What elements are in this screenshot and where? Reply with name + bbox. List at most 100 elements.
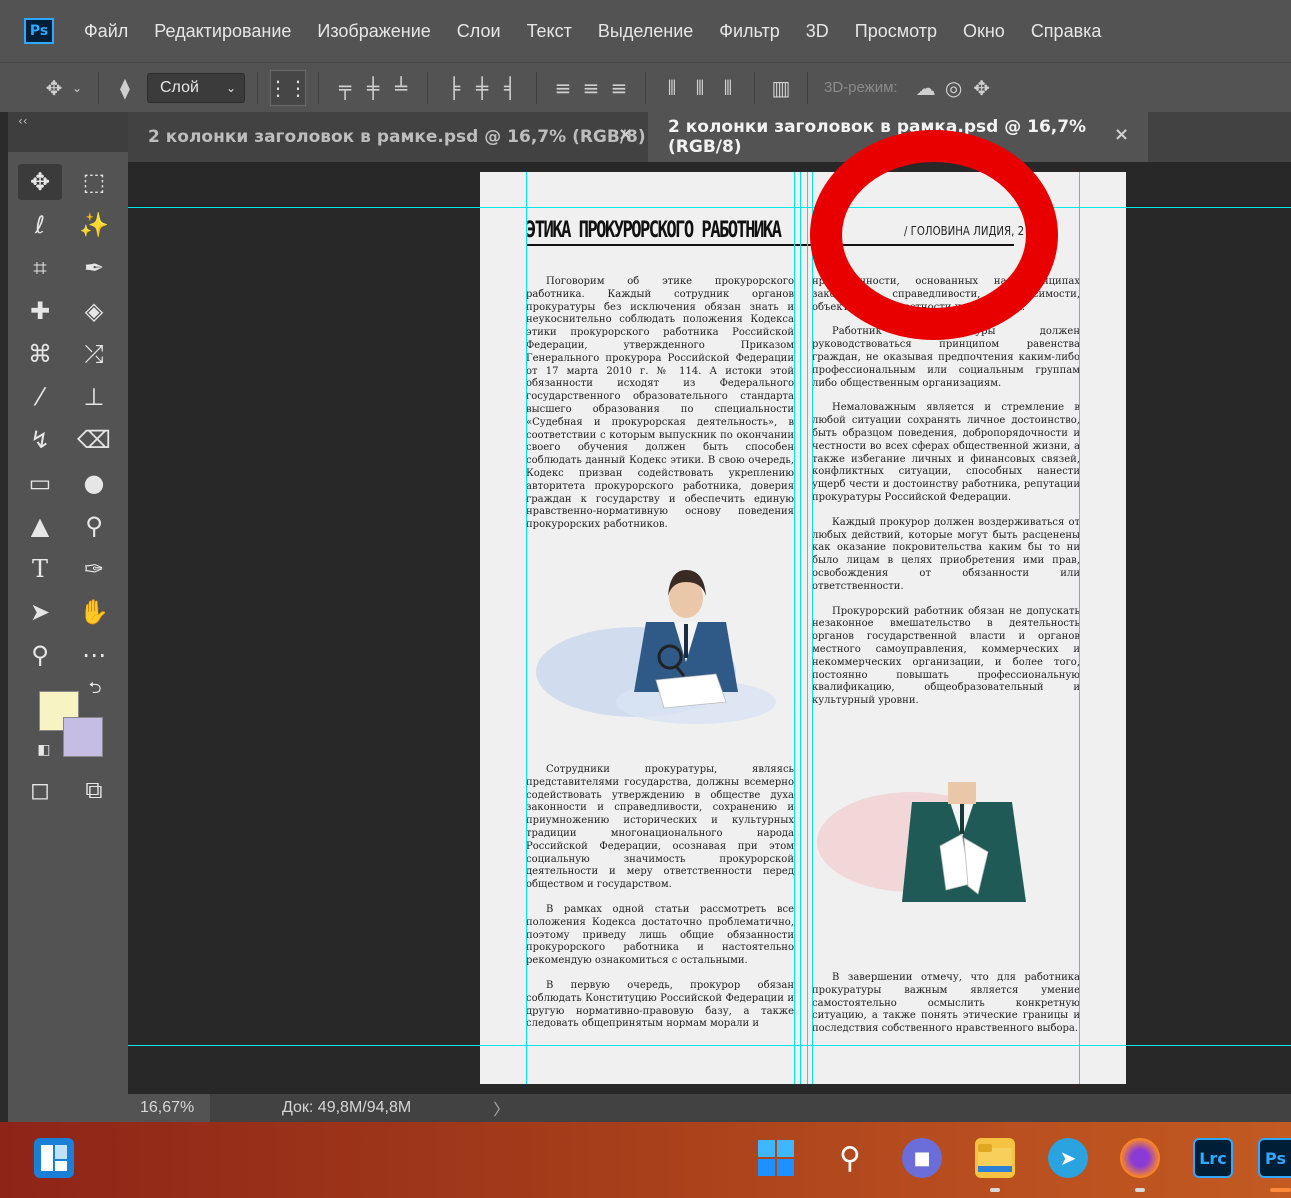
- search-icon[interactable]: ⚲: [830, 1138, 870, 1178]
- paragraph: В первую очередь, прокурор обязан соблюд…: [526, 979, 794, 1030]
- menu-view[interactable]: Просмотр: [855, 21, 937, 42]
- guide-vertical[interactable]: [1079, 172, 1080, 1084]
- tools-panel: ✥ ⬚ ℓ ✨ ⌗ ✒ ✚ ◈ ⌘ ⤮ ⁄ ⊥ ↯ ⌫ ▭ ● ▲ ⚲ T ✑ …: [8, 152, 128, 1122]
- menu-help[interactable]: Справка: [1031, 21, 1102, 42]
- gradient-icon[interactable]: ▭: [18, 465, 62, 501]
- background-color[interactable]: [63, 717, 103, 757]
- menu-edit[interactable]: Редактирование: [154, 21, 291, 42]
- lasso-icon[interactable]: ℓ: [18, 207, 62, 243]
- menu-layers[interactable]: Слои: [457, 21, 501, 42]
- pan-3d-icon[interactable]: ✥: [968, 76, 996, 100]
- status-menu-icon[interactable]: 〉: [493, 1096, 509, 1120]
- close-icon[interactable]: ×: [1114, 124, 1129, 145]
- photoshop-taskbar-icon[interactable]: Ps: [1258, 1138, 1291, 1178]
- guide-horizontal[interactable]: [128, 207, 1291, 208]
- telegram-icon[interactable]: ➤: [1048, 1138, 1088, 1178]
- document-page[interactable]: ЭТИКА ПРОКУРОРСКОГО РАБОТНИКА / ГОЛОВИНА…: [480, 172, 1126, 1084]
- document-size: Док: 49,8M/94,8M: [282, 1099, 412, 1116]
- align-right-icon[interactable]: ╡: [496, 76, 524, 100]
- move-icon[interactable]: ✥: [18, 164, 62, 200]
- auto-select-icon[interactable]: ⧫: [111, 76, 139, 100]
- layer-select[interactable]: Слой ⌄: [147, 72, 245, 103]
- tab-document-1[interactable]: 2 колонки заголовок в рамке.psd @ 16,7% …: [128, 112, 648, 162]
- file-explorer-icon[interactable]: [975, 1138, 1015, 1178]
- status-bar: 16,67% Док: 49,8M/94,8M 〉: [128, 1094, 1291, 1122]
- zoom-level[interactable]: 16,67%: [128, 1094, 210, 1122]
- sharpen-icon[interactable]: ▲: [18, 508, 62, 544]
- default-colors-icon[interactable]: ◧: [32, 738, 56, 762]
- menu-window[interactable]: Окно: [963, 21, 1005, 42]
- guide-vertical[interactable]: [800, 172, 801, 1084]
- distribute-top-icon[interactable]: ≡: [549, 76, 577, 100]
- divider: [645, 71, 646, 104]
- magic-wand-icon[interactable]: ✨: [72, 207, 116, 243]
- menu-filter[interactable]: Фильтр: [719, 21, 779, 42]
- marquee-icon[interactable]: ⬚: [72, 164, 116, 200]
- menu-image[interactable]: Изображение: [317, 21, 430, 42]
- menu-file[interactable]: Файл: [84, 21, 128, 42]
- selection-icon[interactable]: ➤: [18, 594, 62, 630]
- chevron-down-icon[interactable]: ⌄: [68, 81, 86, 95]
- photoshop-logo[interactable]: Ps: [24, 18, 54, 44]
- teams-chat-icon[interactable]: ■: [902, 1138, 942, 1178]
- orbit-3d-icon[interactable]: ☁: [912, 76, 940, 100]
- pen-icon[interactable]: ✑: [72, 551, 116, 587]
- widgets-icon[interactable]: [34, 1138, 74, 1178]
- running-indicator: [990, 1188, 1000, 1192]
- menu-select[interactable]: Выделение: [598, 21, 693, 42]
- distribute-vcenter-icon[interactable]: ≡: [577, 76, 605, 100]
- zoom-icon[interactable]: ⚲: [18, 637, 62, 673]
- frame-icon[interactable]: ⌘: [18, 336, 62, 372]
- healing-icon[interactable]: ✚: [18, 293, 62, 329]
- divider: [318, 71, 319, 104]
- align-bottom-icon[interactable]: ╧: [387, 76, 415, 100]
- quick-mask-icon[interactable]: ◻: [18, 772, 62, 808]
- roll-3d-icon[interactable]: ◎: [940, 76, 968, 100]
- canvas-area[interactable]: ЭТИКА ПРОКУРОРСКОГО РАБОТНИКА / ГОЛОВИНА…: [128, 162, 1291, 1094]
- patch-icon[interactable]: ◈: [72, 293, 116, 329]
- firefox-icon[interactable]: [1120, 1138, 1160, 1178]
- distribute-right-icon[interactable]: ⫴: [714, 76, 742, 100]
- guide-vertical[interactable]: [794, 172, 795, 1084]
- history-brush-icon[interactable]: ↯: [18, 422, 62, 458]
- guide-vertical[interactable]: [812, 172, 813, 1084]
- align-vcenter-icon[interactable]: ╪: [359, 76, 387, 100]
- crop-icon[interactable]: ⌗: [18, 250, 62, 286]
- more-icon[interactable]: ⋯: [72, 637, 116, 673]
- menu-type[interactable]: Текст: [527, 21, 572, 42]
- start-icon[interactable]: [756, 1138, 796, 1178]
- stamp-icon[interactable]: ⊥: [72, 379, 116, 415]
- text-icon[interactable]: T: [18, 551, 62, 587]
- illustration-woman-magnifier: [536, 570, 776, 724]
- hand-icon[interactable]: ✋: [72, 594, 116, 630]
- swap-colors-icon[interactable]: ⮌: [80, 678, 110, 702]
- mode-3d-label: 3D-режим:: [824, 79, 898, 96]
- close-icon[interactable]: ×: [618, 124, 633, 145]
- eyedropper-icon[interactable]: ✒: [72, 250, 116, 286]
- running-indicator: [1135, 1188, 1145, 1192]
- distribute-spacing-icon[interactable]: ▥: [767, 76, 795, 100]
- align-hcenter-icon[interactable]: ╪: [468, 76, 496, 100]
- align-top-icon[interactable]: ╤: [331, 76, 359, 100]
- shuffle-icon[interactable]: ⤮: [72, 336, 116, 372]
- lightroom-icon[interactable]: Lrc: [1193, 1138, 1233, 1178]
- document-tabs: 2 колонки заголовок в рамке.psd @ 16,7% …: [128, 112, 1291, 162]
- divider: [257, 71, 258, 104]
- menu-3d[interactable]: 3D: [806, 21, 829, 42]
- guide-vertical[interactable]: [526, 172, 527, 1084]
- distribute-left-icon[interactable]: ⫴: [658, 76, 686, 100]
- screen-mode-icon[interactable]: ⧉: [72, 772, 116, 808]
- move-tool-icon[interactable]: ✥: [40, 76, 68, 100]
- collapse-icon[interactable]: ‹‹: [18, 114, 28, 128]
- align-left-icon[interactable]: ╞: [440, 76, 468, 100]
- blur-icon[interactable]: ●: [72, 465, 116, 501]
- guide-vertical[interactable]: [807, 172, 808, 1084]
- guide-horizontal[interactable]: [128, 1045, 1291, 1046]
- distribute-bottom-icon[interactable]: ≡: [605, 76, 633, 100]
- paragraph: Каждый прокурор должен воздерживаться от…: [812, 516, 1080, 592]
- brush-icon[interactable]: ⁄: [18, 379, 62, 415]
- distribute-hcenter-icon[interactable]: ⫴: [686, 76, 714, 100]
- transform-controls-icon[interactable]: ⋮⋮: [268, 69, 308, 106]
- dodge-icon[interactable]: ⚲: [72, 508, 116, 544]
- eraser-icon[interactable]: ⌫: [72, 422, 116, 458]
